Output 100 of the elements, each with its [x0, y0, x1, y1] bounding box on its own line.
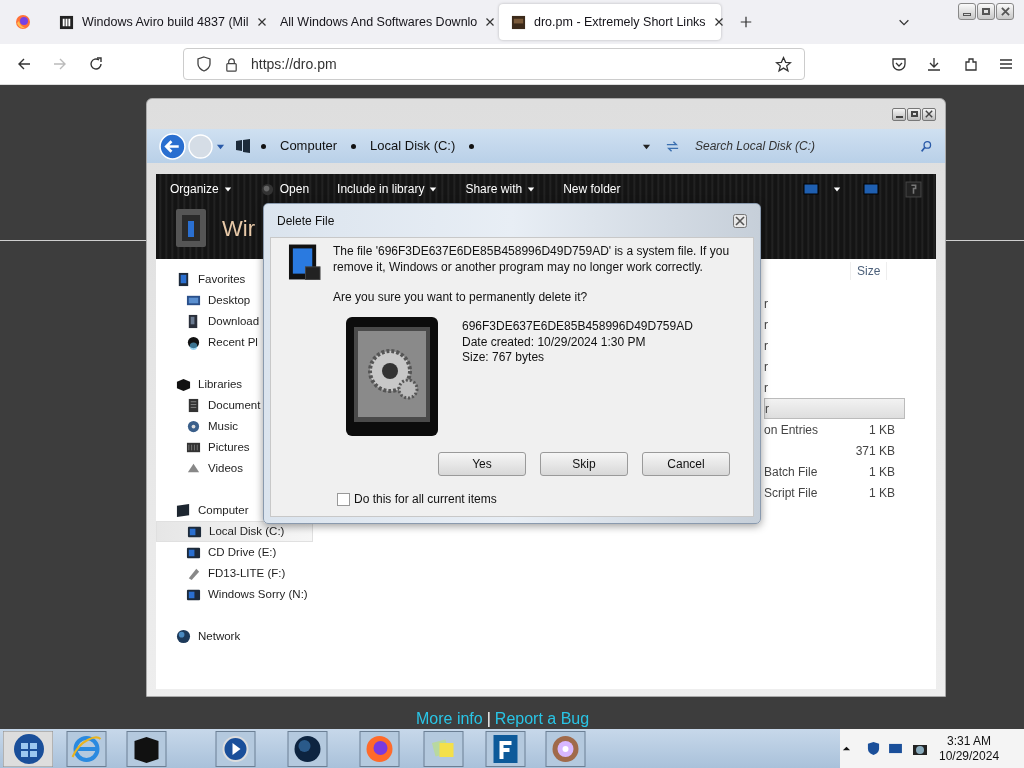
lock-icon[interactable] — [224, 56, 239, 72]
close-icon[interactable] — [713, 17, 724, 27]
dialog-title: Delete File — [277, 212, 336, 230]
toolbar-button[interactable]: New folder — [563, 180, 621, 198]
toolbar-button[interactable]: Organize — [170, 180, 232, 198]
nav-item[interactable]: Local Disk (C:) — [156, 521, 313, 542]
close-icon[interactable] — [485, 17, 496, 27]
toolbar-button[interactable]: Include in library — [337, 180, 438, 198]
back-button-icon[interactable] — [159, 132, 186, 160]
browser-tab[interactable]: All Windows And Softwares Downlo — [268, 4, 495, 40]
dialog-button[interactable]: Skip — [540, 452, 628, 476]
close-icon[interactable] — [996, 3, 1014, 20]
nav-group[interactable]: Libraries — [156, 374, 313, 395]
start-button-icon[interactable] — [3, 730, 53, 767]
browser-logo-icon[interactable] — [14, 14, 31, 30]
drive-icon — [187, 524, 202, 539]
dialog-question: Are you sure you want to permanently delete it? — [333, 289, 589, 305]
shield-icon[interactable] — [867, 741, 880, 756]
view-icon[interactable] — [803, 183, 819, 195]
caret-up-icon[interactable] — [842, 744, 851, 753]
nav-group-label: Libraries — [198, 376, 243, 392]
pocket-icon[interactable] — [891, 56, 907, 72]
nav-group[interactable]: Favorites — [156, 269, 313, 290]
file-row[interactable]: r — [764, 293, 905, 314]
extensions-icon[interactable] — [963, 56, 979, 72]
file-size: 371 KB — [855, 442, 895, 460]
toolbar-button[interactable]: Open — [259, 180, 310, 198]
file-detail: Size: 767 bytes — [462, 350, 546, 366]
file-type: on Entries — [764, 421, 819, 439]
preview-pane-icon[interactable] — [863, 183, 879, 195]
drive-icon — [174, 207, 208, 249]
search-field[interactable]: Search Local Disk (C:) — [695, 133, 933, 159]
shield-icon[interactable] — [196, 56, 212, 72]
back-icon[interactable] — [16, 56, 32, 72]
file-size: 1 KB — [869, 484, 895, 502]
toolbar-button[interactable]: Share with — [465, 180, 536, 198]
help-icon[interactable] — [905, 180, 922, 198]
nav-item-label: CD Drive (E:) — [208, 544, 277, 560]
nav-item[interactable]: FD13-LITE (F:) — [156, 563, 313, 584]
nav-item[interactable]: Windows Sorry (N:) — [156, 584, 313, 605]
dialog-button[interactable]: Cancel — [642, 452, 730, 476]
file-row[interactable]: on Entries 1 KB — [764, 419, 905, 440]
minimize-icon[interactable] — [892, 107, 906, 121]
clock-date: 10/29/2024 — [939, 748, 1000, 764]
nav-item[interactable]: CD Drive (E:) — [156, 542, 313, 563]
file-icon — [288, 243, 321, 281]
report-bug-link[interactable]: Report a Bug — [494, 710, 590, 728]
nav-group-label: Favorites — [198, 271, 246, 287]
nav-group[interactable]: Computer — [156, 500, 313, 521]
disc-icon — [259, 181, 275, 197]
site-icon — [59, 14, 74, 30]
dialog-message: The file '696F3DE637E6DE85B458996D49D759AD' is a system file. If you remove it, Windows or another program may no longer work correctly. — [333, 243, 731, 275]
restore-icon[interactable] — [977, 3, 995, 20]
file-type: r — [764, 295, 768, 313]
drive-icon — [186, 587, 201, 602]
maximize-icon[interactable] — [907, 107, 921, 121]
browser-tab[interactable]: Windows Aviro build 4837 (Mil — [47, 4, 264, 40]
file-row[interactable]: r — [764, 377, 905, 398]
more-info-link[interactable]: More info — [416, 710, 483, 728]
menu-icon[interactable] — [998, 56, 1014, 72]
dialog-button[interactable]: Yes — [438, 452, 526, 476]
clock[interactable]: 3:31 AM 10/29/2024 — [939, 733, 1000, 764]
reload-icon[interactable] — [88, 56, 104, 72]
download-icon[interactable] — [926, 56, 942, 72]
search-placeholder: Search Local Disk (C:) — [695, 138, 817, 155]
file-row[interactable]: r — [764, 398, 905, 419]
file-row[interactable]: Batch File 1 KB — [764, 461, 905, 482]
nav-item[interactable]: Document — [156, 395, 313, 416]
browser-tab[interactable]: dro.pm - Extremely Short Links — [499, 4, 721, 40]
file-row[interactable]: 371 KB — [764, 440, 905, 461]
new-tab-icon[interactable] — [739, 15, 753, 29]
music-icon — [186, 419, 201, 434]
nav-item[interactable]: Download — [156, 311, 313, 332]
search-icon[interactable] — [920, 139, 933, 153]
column-header[interactable]: Size — [850, 262, 888, 280]
breadcrumb-item[interactable]: Computer — [276, 136, 342, 156]
close-icon[interactable] — [733, 213, 747, 228]
close-icon[interactable] — [256, 17, 267, 27]
close-icon[interactable] — [922, 107, 936, 121]
nav-item[interactable]: Recent Pl — [156, 332, 313, 353]
nav-item[interactable]: Pictures — [156, 437, 313, 458]
file-type: Script File — [764, 484, 818, 502]
nav-item[interactable]: Desktop — [156, 290, 313, 311]
nav-item-label: Pictures — [208, 439, 250, 455]
file-row[interactable]: r — [764, 335, 905, 356]
pictures-icon — [186, 440, 201, 455]
minimize-icon[interactable] — [958, 3, 976, 20]
breadcrumb-item[interactable]: Local Disk (C:) — [366, 136, 460, 156]
caret-icon[interactable] — [833, 185, 841, 193]
file-row[interactable]: Script File 1 KB — [764, 482, 905, 503]
monitor-icon[interactable] — [888, 743, 903, 754]
star-icon[interactable] — [775, 55, 792, 73]
nav-item[interactable]: Music — [156, 416, 313, 437]
file-row[interactable]: r — [764, 356, 905, 377]
address-bar[interactable]: https://dro.pm — [183, 48, 805, 80]
file-detail: 696F3DE637E6DE85B458996D49D759AD — [462, 319, 693, 335]
nav-item[interactable]: Videos — [156, 458, 313, 479]
checkbox[interactable] — [337, 492, 350, 506]
file-row[interactable]: r — [764, 314, 905, 335]
nav-group[interactable]: Network — [156, 626, 313, 647]
